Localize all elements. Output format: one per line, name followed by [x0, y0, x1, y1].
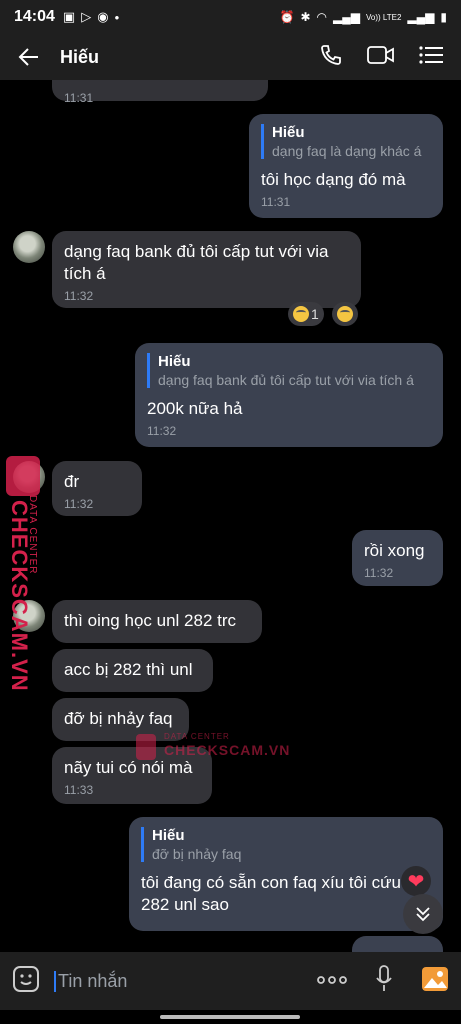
status-right-icons: ⏰ ✱ ◠ ▂▄▆ Vo)) LTE2 ▂▄▆ ▮: [280, 10, 447, 24]
status-left-icons: ▣ ▷ ◉ •: [63, 9, 119, 25]
message-time: 11:31: [261, 195, 291, 209]
message-incoming[interactable]: dạng faq bank đủ tôi cấp tut với via tíc…: [52, 231, 361, 308]
emoji-button[interactable]: [12, 965, 40, 998]
contact-name[interactable]: Hiếu: [60, 47, 99, 68]
voice-call-button[interactable]: [319, 43, 343, 72]
add-reaction-button[interactable]: [332, 302, 358, 326]
bluetooth-icon: ✱: [300, 10, 311, 24]
video-camera-icon: [367, 45, 394, 64]
network-label: Vo)) LTE2: [366, 12, 402, 22]
message-input[interactable]: Tin nhắn: [54, 970, 127, 992]
message-text: thì oing học unl 282 trc: [64, 611, 237, 630]
reaction-badge[interactable]: 1: [288, 302, 324, 326]
reaction-count: 1: [311, 306, 319, 322]
message-text: dạng faq bank đủ tôi cấp tut với via tíc…: [64, 242, 329, 283]
reply-text: đỡ bị nhảy faq: [152, 846, 242, 862]
double-chevron-down-icon: [416, 907, 430, 922]
message-outgoing[interactable]: Hiếu đỡ bị nhảy faq tôi đang có sẵn con …: [129, 817, 443, 931]
crying-emoji-icon: [337, 306, 353, 322]
watermark-logo-icon: [6, 456, 40, 496]
message-text: tôi đang có sẵn con faq xíu tôi cứu 282 …: [141, 873, 401, 914]
gallery-button[interactable]: [421, 966, 449, 997]
image-icon: [422, 966, 448, 991]
wifi-icon: ◠: [316, 10, 328, 24]
heart-reaction-icon[interactable]: ❤: [401, 866, 431, 896]
more-dots-icon: [317, 976, 347, 984]
message-incoming[interactable]: thì oing học unl 282 trc: [52, 600, 262, 643]
message-incoming[interactable]: đr 11:32: [52, 461, 142, 516]
message-text: 200k nữa hả: [147, 399, 243, 418]
video-call-button[interactable]: [367, 44, 395, 71]
dot-icon: •: [114, 9, 120, 25]
message-outgoing[interactable]: rồi xong 11:32: [352, 530, 443, 586]
avatar[interactable]: [13, 231, 45, 263]
watermark-brand: CHECKSCAM.VN: [164, 742, 291, 758]
message-text: đr: [64, 472, 80, 491]
status-time: 14:04: [14, 8, 55, 25]
watermark-sub: DATA CENTER: [27, 495, 38, 575]
message-time: 11:31: [64, 91, 94, 105]
arrow-left-icon: [18, 48, 38, 66]
reply-preview[interactable]: Hiếu dạng faq bank đủ tôi cấp tut với vi…: [147, 353, 431, 388]
signal-icon: ▂▄▆: [407, 10, 435, 24]
sticker-icon: [13, 965, 39, 992]
watermark-sub: DATA CENTER: [164, 732, 230, 741]
status-bar: 14:04 ▣ ▷ ◉ • ⏰ ✱ ◠ ▂▄▆ Vo)) LTE2 ▂▄▆ ▮: [0, 0, 461, 34]
message-composer: Tin nhắn: [0, 952, 461, 1010]
menu-button[interactable]: [419, 45, 443, 70]
microphone-icon: [376, 964, 392, 991]
more-options-button[interactable]: [317, 972, 347, 990]
reply-sender: Hiếu: [152, 827, 185, 844]
watermark-center: DATA CENTER CHECKSCAM.VN: [136, 732, 291, 760]
watermark-lock-icon: [136, 734, 156, 760]
message-text: rồi xong: [364, 541, 425, 560]
gallery-icon: ▣: [62, 9, 76, 24]
voice-message-button[interactable]: [375, 964, 393, 998]
message-time: 11:32: [64, 497, 94, 511]
message-incoming[interactable]: acc bị 282 thì unl: [52, 649, 213, 692]
system-nav-bar: [0, 1010, 461, 1024]
reply-sender: Hiếu: [272, 124, 305, 141]
crying-emoji-icon: [293, 306, 309, 322]
reply-preview[interactable]: Hiếu dạng faq là dạng khác á: [261, 124, 431, 159]
message-outgoing[interactable]: Hiếu dạng faq bank đủ tôi cấp tut với vi…: [135, 343, 443, 447]
message-text: đỡ bị nhảy faq: [64, 709, 173, 728]
message-text: tôi học dạng đó mà: [261, 170, 406, 189]
message-outgoing[interactable]: Hiếu dạng faq là dạng khác á tôi học dạn…: [249, 114, 443, 218]
message-time: 11:33: [64, 783, 94, 797]
list-menu-icon: [419, 45, 443, 64]
signal-icon: ▂▄▆: [333, 10, 360, 24]
message-outgoing[interactable]: [352, 936, 443, 952]
battery-icon: ▮: [440, 10, 447, 24]
chat-header: Hiếu: [0, 34, 461, 80]
message-time: 11:32: [147, 424, 177, 438]
home-gesture-bar[interactable]: [160, 1015, 300, 1019]
alarm-icon: ⏰: [279, 10, 295, 24]
message-text: nãy tui có nói mà: [64, 758, 193, 777]
message-time: 11:32: [364, 566, 394, 580]
phone-icon: [321, 44, 341, 65]
back-button[interactable]: [12, 40, 46, 74]
message-text: acc bị 282 thì unl: [64, 660, 193, 679]
play-store-icon: ▷: [81, 9, 92, 24]
reply-preview[interactable]: Hiếu đỡ bị nhảy faq: [141, 827, 431, 862]
message-time: 11:32: [64, 289, 94, 303]
reply-sender: Hiếu: [158, 353, 191, 370]
reply-text: dạng faq là dạng khác á: [272, 143, 422, 159]
reply-text: dạng faq bank đủ tôi cấp tut với via tíc…: [158, 372, 414, 388]
message-list[interactable]: 11:31 Hiếu dạng faq là dạng khác á tôi h…: [0, 80, 461, 952]
scroll-to-bottom-button[interactable]: [403, 894, 443, 934]
message-incoming[interactable]: 11:31: [52, 80, 268, 105]
messenger-icon: ◉: [97, 9, 109, 24]
